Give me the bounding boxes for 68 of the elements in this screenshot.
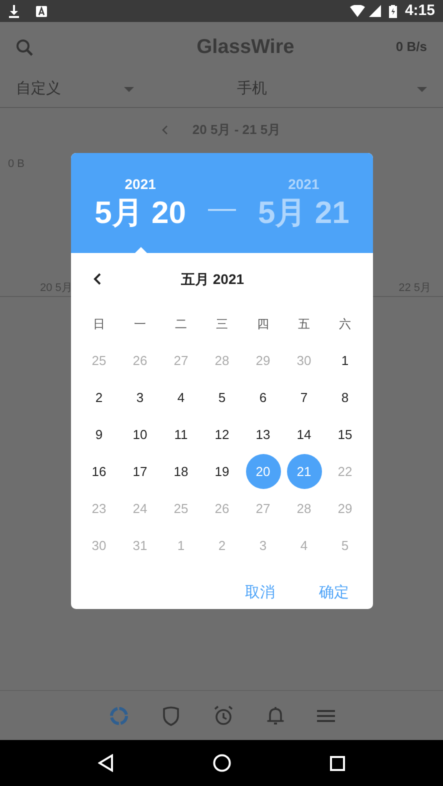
calendar-day[interactable]: 16 <box>82 454 116 489</box>
keyboard-icon <box>36 6 47 16</box>
back-icon[interactable] <box>98 754 114 772</box>
calendar-day: 30 <box>286 343 322 378</box>
recents-icon[interactable] <box>330 756 346 770</box>
calendar-day: 26 <box>122 343 158 378</box>
weekday-label: 五 <box>297 316 311 332</box>
calendar-day[interactable]: 3 <box>122 380 158 415</box>
calendar-day: 1 <box>164 528 198 563</box>
calendar-day[interactable]: 18 <box>164 454 198 489</box>
calendar-day[interactable]: 1 <box>328 343 362 378</box>
calendar-day: 28 <box>204 343 240 378</box>
bell-icon[interactable] <box>266 706 284 726</box>
calendar-day: 25 <box>82 343 116 378</box>
caret-icon <box>124 87 134 92</box>
search-icon[interactable] <box>16 38 33 56</box>
weekday-label: 一 <box>133 316 147 332</box>
calendar-day: 3 <box>246 528 280 563</box>
calendar-day: 23 <box>82 491 116 526</box>
alarm-clock-icon[interactable] <box>212 705 234 726</box>
shield-icon[interactable] <box>162 706 180 726</box>
chevron-left-icon[interactable] <box>93 273 101 285</box>
calendar-day[interactable]: 17 <box>122 454 158 489</box>
calendar-day: 26 <box>204 491 240 526</box>
calendar-day[interactable]: 12 <box>204 417 240 452</box>
calendar-day: 27 <box>164 343 198 378</box>
calendar-day[interactable]: 6 <box>246 380 280 415</box>
weekday-label: 日 <box>92 316 106 332</box>
calendar-day[interactable]: 4 <box>164 380 198 415</box>
month-title: 五月 2021 <box>181 270 244 288</box>
battery-icon <box>388 4 397 18</box>
calendar-day: 2 <box>204 528 240 563</box>
calendar-day[interactable]: 15 <box>328 417 362 452</box>
calendar-day: 22 <box>328 454 362 489</box>
calendar-day[interactable]: 19 <box>204 454 240 489</box>
calendar-day: 29 <box>246 343 280 378</box>
calendar-day[interactable]: 8 <box>328 380 362 415</box>
weekday-label: 六 <box>338 316 352 332</box>
clock-time: 4:15 <box>404 0 435 21</box>
speed-reading: 0 B/s <box>396 38 427 56</box>
calendar-day[interactable]: 5 <box>204 380 240 415</box>
weekday-label: 二 <box>174 316 188 332</box>
home-icon[interactable] <box>212 754 231 772</box>
calendar-day[interactable]: 13 <box>246 417 280 452</box>
menu-icon[interactable] <box>316 708 334 722</box>
donut-icon[interactable] <box>108 706 128 726</box>
weekday-label: 四 <box>256 316 270 332</box>
weekday-label: 三 <box>215 316 229 332</box>
calendar-day: 29 <box>328 491 362 526</box>
calendar-day: 25 <box>164 491 198 526</box>
calendar-day: 31 <box>122 528 158 563</box>
calendar-day[interactable]: 9 <box>82 417 116 452</box>
calendar-day[interactable]: 10 <box>122 417 158 452</box>
calendar-day[interactable]: 2 <box>82 380 116 415</box>
calendar-day: 28 <box>286 491 322 526</box>
range-separator: — <box>208 191 236 225</box>
signal-icon <box>368 5 381 17</box>
calendar-day: 27 <box>246 491 280 526</box>
calendar-day[interactable]: 7 <box>286 380 322 415</box>
calendar-day: 4 <box>286 528 322 563</box>
wifi-icon <box>350 5 365 17</box>
calendar-day: 24 <box>122 491 158 526</box>
calendar-day[interactable]: 11 <box>164 417 198 452</box>
download-icon <box>8 4 20 18</box>
calendar-day[interactable]: 14 <box>286 417 322 452</box>
calendar-day: 5 <box>328 528 362 563</box>
calendar-day: 30 <box>82 528 116 563</box>
caret-icon <box>417 87 427 92</box>
